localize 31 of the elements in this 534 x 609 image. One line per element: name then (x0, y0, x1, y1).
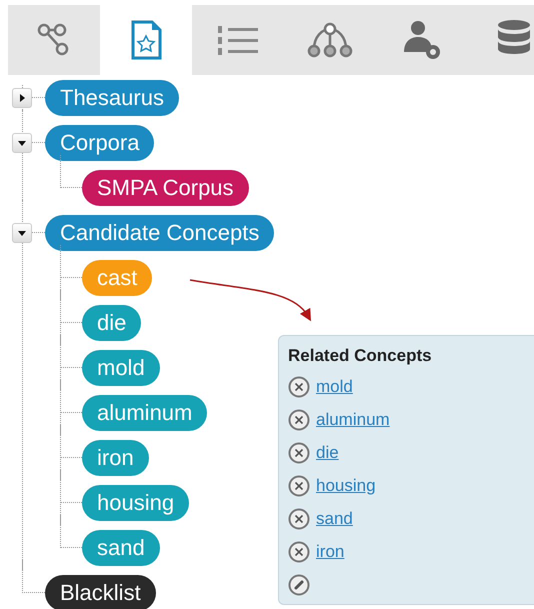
tree-node[interactable]: Candidate Concepts (45, 214, 274, 250)
tree-node[interactable]: SMPA Corpus (82, 170, 249, 206)
expand-toggle[interactable] (12, 222, 32, 242)
tree-node[interactable]: aluminum (82, 394, 208, 430)
tree-node[interactable]: die (82, 304, 142, 340)
remove-icon[interactable] (288, 408, 310, 430)
caret-icon (17, 92, 27, 102)
remove-icon[interactable] (288, 508, 310, 530)
hierarchy-icon (306, 21, 354, 59)
remove-icon[interactable] (288, 376, 310, 398)
tree-node[interactable]: cast (82, 260, 152, 296)
remove-icon[interactable] (288, 442, 310, 464)
tree-node[interactable]: Corpora (45, 124, 154, 160)
tree-node[interactable]: iron (82, 440, 149, 476)
tree-node[interactable]: sand (82, 530, 160, 566)
document-star-icon (130, 20, 162, 60)
concept-link[interactable]: sand (316, 508, 353, 528)
concept-link[interactable]: iron (316, 542, 344, 562)
concept-link[interactable]: housing (316, 476, 376, 496)
tree-node[interactable]: mold (82, 350, 160, 386)
concept-link[interactable]: mold (316, 376, 353, 396)
panel-title: Related Concepts (288, 346, 433, 366)
concept-link[interactable]: die (316, 442, 339, 462)
tree-node[interactable]: Blacklist (45, 574, 156, 609)
expand-toggle[interactable] (12, 132, 32, 152)
remove-icon[interactable] (288, 474, 310, 496)
concept-link[interactable]: aluminum (316, 410, 390, 430)
tree-node[interactable]: Thesaurus (45, 80, 179, 116)
tree-node[interactable]: housing (82, 484, 190, 520)
remove-icon[interactable] (288, 540, 310, 562)
expand-toggle[interactable] (12, 88, 32, 108)
